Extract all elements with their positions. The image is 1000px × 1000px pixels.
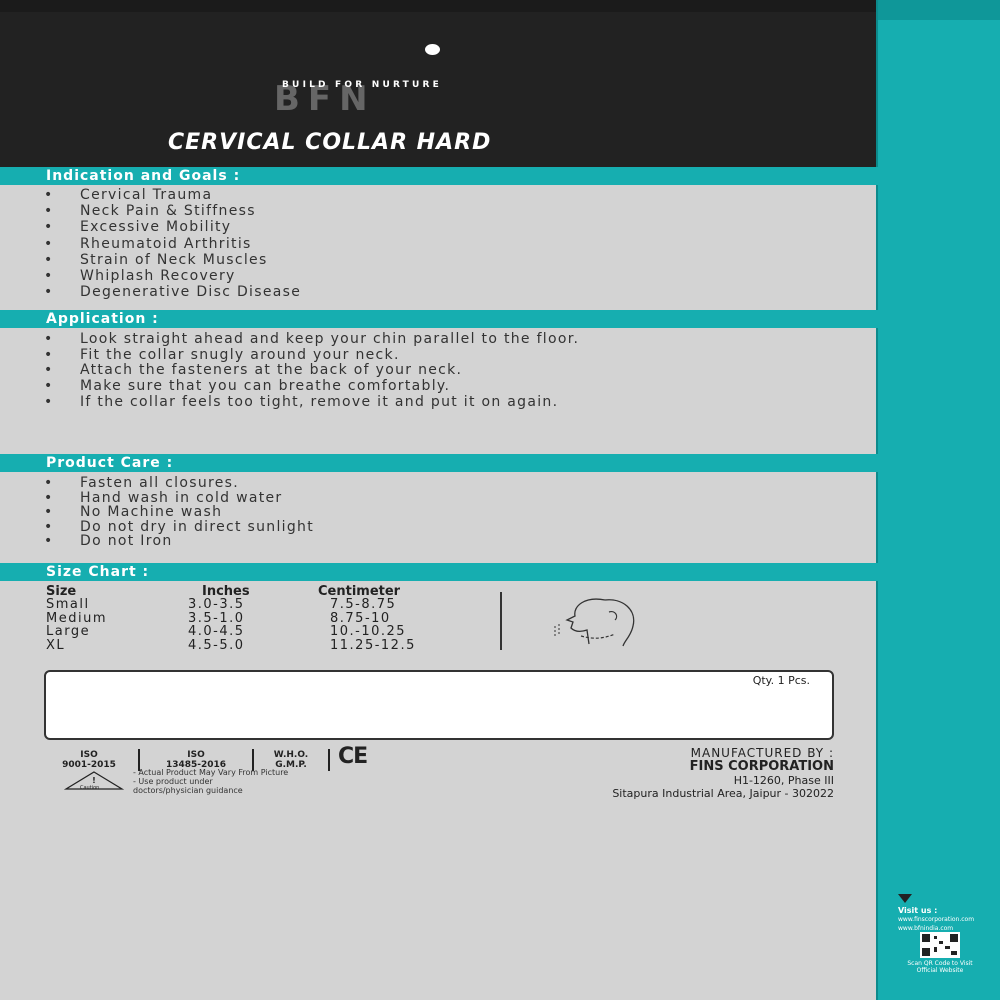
neck-measure-icon bbox=[554, 598, 635, 647]
care-list: Fasten all closures. Hand wash in cold w… bbox=[44, 476, 314, 549]
size-heading: Size Chart : bbox=[46, 564, 150, 580]
top-fold bbox=[0, 0, 880, 12]
list-item: Cervical Trauma bbox=[44, 187, 301, 203]
visit-block: Visit us : www.finscorporation.com www.b… bbox=[898, 906, 974, 933]
cert-line: ISO bbox=[187, 750, 205, 760]
side-panel bbox=[878, 0, 1000, 1000]
list-item: Make sure that you can breathe comfortab… bbox=[44, 378, 724, 395]
product-title: CERVICAL COLLAR HARD bbox=[168, 130, 492, 155]
cert-separator bbox=[328, 749, 330, 771]
mfg-name: FINS CORPORATION bbox=[689, 759, 834, 774]
list-item: Excessive Mobility bbox=[44, 219, 301, 235]
list-item: Do not Iron bbox=[44, 534, 314, 549]
list-item: Look straight ahead and keep your chin p… bbox=[44, 331, 724, 348]
care-heading: Product Care : bbox=[46, 455, 174, 471]
qr-note: Scan QR Code to Visit Official Website bbox=[907, 960, 973, 974]
list-item: If the collar feels too tight, remove it… bbox=[44, 394, 724, 411]
list-item: Degenerative Disc Disease bbox=[44, 284, 301, 300]
list-item: Rheumatoid Arthritis bbox=[44, 236, 301, 252]
cert-line: 9001-2015 bbox=[62, 760, 116, 770]
svg-text:!: ! bbox=[92, 776, 96, 785]
cm-values: 7.5-8.75 8.75-10 10.-10.25 11.25-12.5 bbox=[330, 597, 416, 653]
ce-mark: CE bbox=[338, 744, 368, 769]
size-divider bbox=[500, 592, 502, 650]
visit-label: Visit us : bbox=[898, 906, 938, 915]
list-item: Neck Pain & Stiffness bbox=[44, 203, 301, 219]
application-bar: Application : bbox=[0, 310, 880, 328]
cert-iso-9001: ISO 9001-2015 bbox=[44, 750, 134, 770]
mfg-address-2: Sitapura Industrial Area, Jaipur - 30202… bbox=[612, 787, 834, 800]
list-item: No Machine wash bbox=[44, 505, 314, 520]
list-item: Fit the collar snugly around your neck. bbox=[44, 347, 724, 364]
size-values: Small Medium Large XL bbox=[46, 597, 107, 653]
cert-line: ISO bbox=[80, 750, 98, 760]
qr-code-icon[interactable] bbox=[920, 932, 960, 958]
cert-who-gmp: W.H.O. G.M.P. bbox=[258, 750, 324, 770]
list-item: Do not dry in direct sunlight bbox=[44, 520, 314, 535]
list-item: Fasten all closures. bbox=[44, 476, 314, 491]
indications-list: Cervical Trauma Neck Pain & Stiffness Ex… bbox=[44, 187, 301, 301]
list-item: Hand wash in cold water bbox=[44, 490, 314, 506]
note-line: doctors/physician guidance bbox=[133, 785, 243, 795]
side-panel-top bbox=[878, 0, 1000, 20]
website-link[interactable]: www.finscorporation.com bbox=[898, 915, 974, 924]
indications-bar: Indication and Goals : bbox=[0, 167, 880, 185]
application-list: Look straight ahead and keep your chin p… bbox=[44, 331, 724, 411]
list-item: Attach the fasteners at the back of your… bbox=[44, 363, 724, 379]
care-bar: Product Care : bbox=[0, 454, 880, 472]
list-item: Whiplash Recovery bbox=[44, 268, 301, 284]
notes: - Actual Product May Vary From Picture -… bbox=[133, 768, 288, 795]
hang-hole bbox=[425, 44, 440, 55]
caution-label: Caution bbox=[80, 785, 100, 791]
inches-values: 3.0-3.5 3.5-1.0 4.0-4.5 4.5-5.0 bbox=[188, 597, 245, 653]
indications-heading: Indication and Goals : bbox=[46, 168, 241, 184]
cert-line: W.H.O. bbox=[273, 750, 309, 760]
brand-tagline: BUILD FOR NURTURE bbox=[282, 80, 443, 90]
arrow-down-icon bbox=[898, 894, 912, 903]
cert-iso-13485: ISO 13485-2016 bbox=[146, 750, 246, 770]
label-box: Qty. 1 Pcs. bbox=[44, 670, 834, 740]
mfg-label: MANUFACTURED BY : bbox=[690, 746, 834, 760]
mfg-address-1: H1-1260, Phase III bbox=[733, 774, 834, 787]
size-bar: Size Chart : bbox=[0, 563, 880, 581]
application-heading: Application : bbox=[46, 311, 159, 327]
list-item: Strain of Neck Muscles bbox=[44, 252, 301, 268]
quantity-label: Qty. 1 Pcs. bbox=[752, 674, 810, 687]
